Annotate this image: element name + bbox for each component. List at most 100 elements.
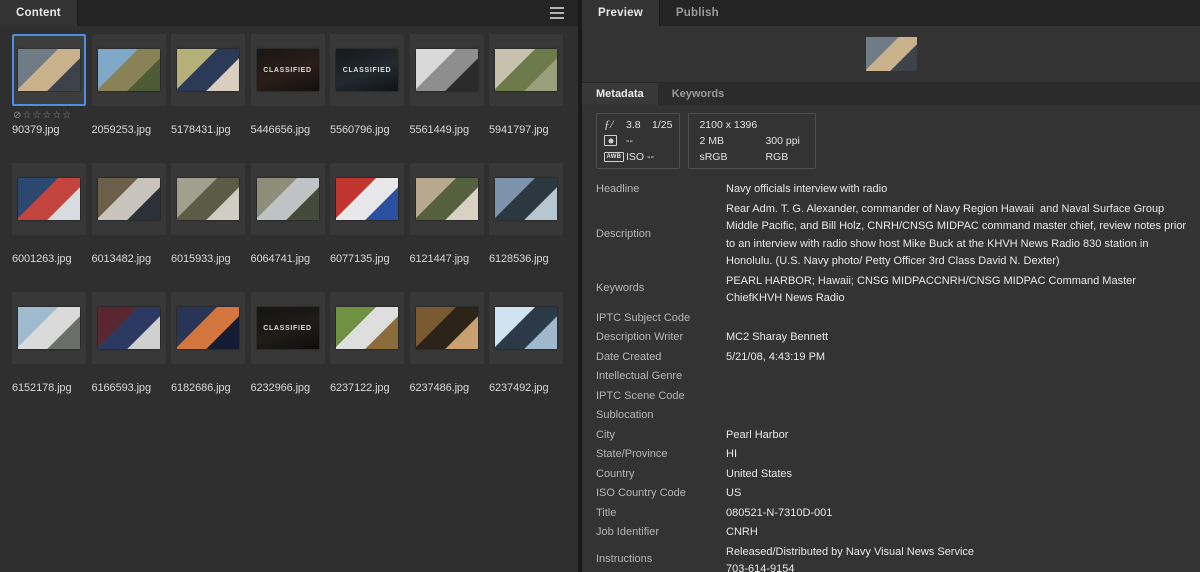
thumbnail-box[interactable] <box>409 34 484 106</box>
metadata-value[interactable]: HI <box>726 444 1196 464</box>
thumbnail-box[interactable] <box>91 34 166 106</box>
thumbnail-filename: 6152178.jpg <box>12 382 72 394</box>
thumbnail-box[interactable] <box>489 163 563 235</box>
thumbnail-cell[interactable]: 6237486.jpg <box>406 292 486 394</box>
thumbnail-box[interactable] <box>409 163 484 235</box>
thumbnail-box[interactable] <box>489 292 563 364</box>
thumbnail-image <box>415 49 478 91</box>
thumbnail-box[interactable] <box>171 163 245 235</box>
star-icon[interactable]: ☆ <box>22 110 31 121</box>
tab-metadata[interactable]: Metadata <box>582 83 658 105</box>
thumbnail-box[interactable]: CLASSIFIED <box>330 34 404 106</box>
metadata-value[interactable]: CNRH <box>726 522 1196 542</box>
thumbnail-box[interactable] <box>409 292 484 364</box>
thumbnail-cell[interactable]: 5561449.jpg <box>406 34 486 136</box>
thumbnail-cell[interactable]: 6013482.jpg <box>88 163 168 265</box>
metadata-row: Description Writer MC2 Sharay Bennett <box>596 327 1196 347</box>
thumbnail-cell[interactable]: ⊘ ☆ ☆ ☆ ☆ ☆ 90379.jpg <box>8 34 88 136</box>
rating-row[interactable]: ⊘ ☆ ☆ ☆ ☆ ☆ <box>12 109 84 122</box>
thumbnail-image <box>18 307 80 349</box>
thumbnail-image <box>495 307 557 349</box>
metadata-value[interactable]: 5/21/08, 4:43:19 PM <box>726 347 1196 367</box>
thumbnail-box[interactable] <box>171 34 245 106</box>
thumbnail-image: CLASSIFIED <box>256 307 319 349</box>
thumbnail-box[interactable] <box>12 163 86 235</box>
metadata-label: Keywords <box>596 282 645 295</box>
thumbnail-box[interactable] <box>12 292 86 364</box>
metadata-label: IPTC Subject Code <box>596 311 691 324</box>
thumbnail-cell[interactable]: 6152178.jpg <box>8 292 88 394</box>
colormode-value: RGB <box>765 150 789 163</box>
preview-thumbnail[interactable] <box>865 37 917 71</box>
metadata-value[interactable]: 080521-N-7310D-001 <box>726 503 1196 523</box>
metadata-value[interactable]: Navy officials interview with radio <box>726 179 1196 199</box>
metadata-value[interactable] <box>726 405 1196 407</box>
metadata-value[interactable] <box>726 366 1196 368</box>
thumbnail-box[interactable] <box>171 292 245 364</box>
thumbnail-cell[interactable]: 6237492.jpg <box>485 292 565 394</box>
metadata-label: State/Province <box>596 448 668 460</box>
metadata-value[interactable] <box>726 386 1196 388</box>
thumbnail-cell[interactable]: 5941797.jpg <box>485 34 565 136</box>
metadata-value[interactable]: United States <box>726 464 1196 484</box>
thumbnail-filename: 6077135.jpg <box>330 253 390 265</box>
metadata-value[interactable]: Released/Distributed by Navy Visual News… <box>726 542 1196 572</box>
thumbnail-image <box>97 307 160 349</box>
reject-flag-icon[interactable]: ⊘ <box>13 110 21 121</box>
thumbnail-cell[interactable]: 6237122.jpg <box>326 292 406 394</box>
thumbnail-cell[interactable]: 6015933.jpg <box>167 163 247 265</box>
thumbnail-cell[interactable]: CLASSIFIED 6232966.jpg <box>247 292 327 394</box>
thumbnail-filename: 5941797.jpg <box>489 124 549 136</box>
star-icon[interactable]: ☆ <box>32 110 41 121</box>
star-icon[interactable]: ☆ <box>62 110 71 121</box>
thumbnail-cell[interactable]: 6166593.jpg <box>88 292 168 394</box>
thumbnail-cell[interactable]: CLASSIFIED 5446656.jpg <box>247 34 327 136</box>
thumbnail-cell[interactable]: 6121447.jpg <box>406 163 486 265</box>
metadata-row: Keywords PEARL HARBOR; Hawaii; CNSG MIDPA… <box>596 271 1196 308</box>
metadata-row: ISO Country Code US <box>596 483 1196 503</box>
thumbnail-box[interactable] <box>250 163 325 235</box>
tab-content[interactable]: Content <box>0 0 78 26</box>
thumbnail-cell[interactable]: 6064741.jpg <box>247 163 327 265</box>
thumbnail-image <box>415 307 478 349</box>
thumbnail-box[interactable] <box>330 163 404 235</box>
metadata-value[interactable]: Pearl Harbor <box>726 425 1196 445</box>
thumbnail-filename: 6128536.jpg <box>489 253 549 265</box>
thumbnail-box[interactable]: CLASSIFIED <box>250 34 325 106</box>
tab-keywords[interactable]: Keywords <box>658 83 739 105</box>
dimensions-value: 2100 x 1396 <box>699 118 758 131</box>
thumbnail-cell[interactable]: CLASSIFIED 5560796.jpg <box>326 34 406 136</box>
thumbnail-cell[interactable]: 6128536.jpg <box>485 163 565 265</box>
thumbnail-image <box>336 178 398 220</box>
aperture-value: 3.8 <box>626 118 641 131</box>
thumbnail-filename: 6237492.jpg <box>489 382 549 394</box>
star-icon[interactable]: ☆ <box>52 110 61 121</box>
metadata-value[interactable]: Rear Adm. T. G. Alexander, commander of … <box>726 199 1196 271</box>
thumbnail-box[interactable] <box>12 34 86 106</box>
metadata-value[interactable]: US <box>726 483 1196 503</box>
metadata-value[interactable]: MC2 Sharay Bennett <box>726 327 1196 347</box>
thumbnail-cell[interactable]: 6077135.jpg <box>326 163 406 265</box>
metadata-value[interactable]: PEARL HARBOR; Hawaii; CNSG MIDPACCNRH/CN… <box>726 271 1196 308</box>
tab-publish[interactable]: Publish <box>660 0 735 26</box>
metadata-label: ISO Country Code <box>596 487 686 499</box>
metadata-label: Description Writer <box>596 331 684 343</box>
tab-preview[interactable]: Preview <box>582 0 660 26</box>
tabbar-spacer <box>78 0 542 26</box>
thumbnail-cell[interactable]: 6182686.jpg <box>167 292 247 394</box>
metadata-value[interactable] <box>726 308 1196 310</box>
metadata-row: Title 080521-N-7310D-001 <box>596 503 1196 523</box>
thumbnail-box[interactable] <box>330 292 404 364</box>
thumbnail-filename: 5561449.jpg <box>409 124 470 136</box>
thumbnail-cell[interactable]: 2059253.jpg <box>88 34 168 136</box>
thumbnail-filename: 2059253.jpg <box>91 124 152 136</box>
thumbnail-box[interactable] <box>489 34 563 106</box>
thumbnail-image <box>97 178 160 220</box>
thumbnail-cell[interactable]: 6001263.jpg <box>8 163 88 265</box>
thumbnail-cell[interactable]: 5178431.jpg <box>167 34 247 136</box>
hamburger-menu-icon[interactable] <box>542 0 572 26</box>
thumbnail-box[interactable] <box>91 163 166 235</box>
thumbnail-box[interactable]: CLASSIFIED <box>250 292 325 364</box>
star-icon[interactable]: ☆ <box>42 110 51 121</box>
thumbnail-box[interactable] <box>91 292 166 364</box>
